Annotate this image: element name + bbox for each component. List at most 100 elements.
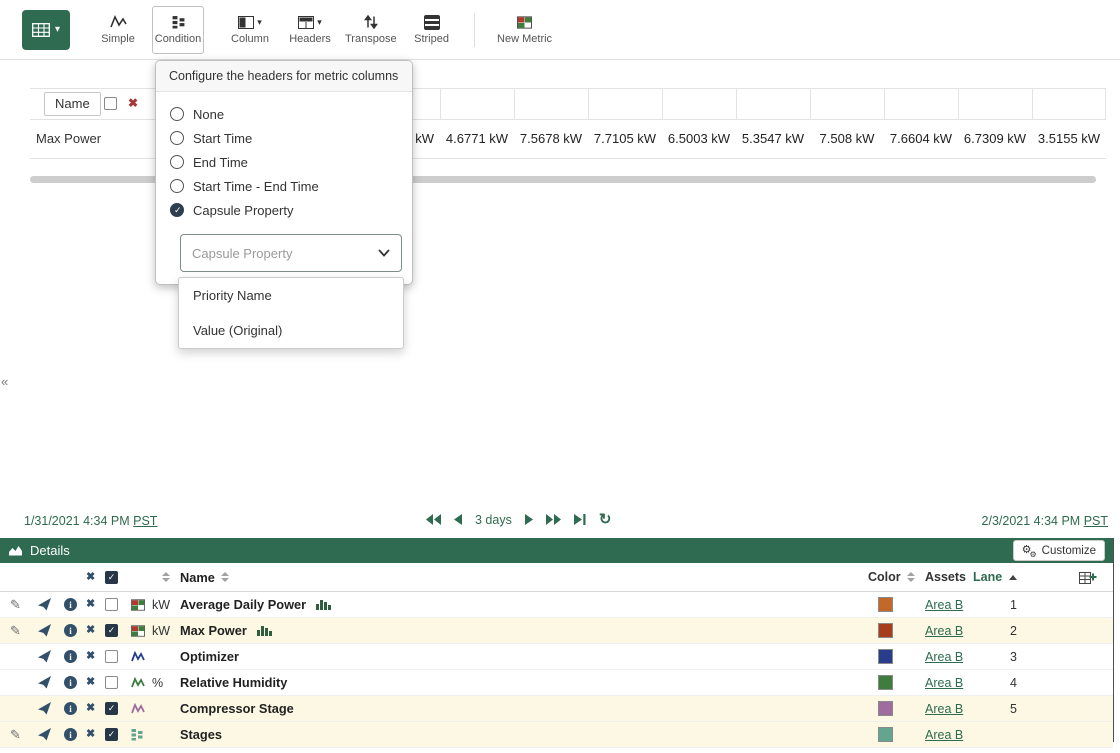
radio-icon[interactable] bbox=[170, 107, 184, 121]
remove-icon[interactable]: ✖ bbox=[86, 729, 95, 740]
radio-label: Start Time - End Time bbox=[193, 179, 319, 194]
name-header-checkbox[interactable] bbox=[104, 97, 117, 110]
step-to-end-icon[interactable] bbox=[574, 514, 586, 525]
color-swatch[interactable] bbox=[878, 649, 893, 664]
remove-column-icon[interactable]: ✖ bbox=[128, 96, 138, 110]
unit-label: kW bbox=[152, 592, 178, 617]
asset-link[interactable]: Area B bbox=[925, 598, 963, 612]
row-checkbox[interactable] bbox=[105, 728, 118, 741]
radio-option[interactable]: None bbox=[170, 102, 398, 126]
remove-icon[interactable]: ✖ bbox=[86, 703, 95, 714]
asset-link[interactable]: Area B bbox=[925, 702, 963, 716]
radio-option[interactable]: Capsule Property bbox=[170, 198, 398, 222]
step-back-icon[interactable] bbox=[454, 514, 462, 525]
menu-item[interactable]: Value (Original) bbox=[179, 313, 403, 348]
send-icon[interactable] bbox=[38, 624, 51, 637]
metric-value-cell: 3.5155 kW bbox=[1032, 119, 1106, 158]
item-name[interactable]: Average Daily Power bbox=[180, 597, 306, 612]
remove-icon[interactable]: ✖ bbox=[86, 651, 95, 662]
radio-option[interactable]: End Time bbox=[170, 150, 398, 174]
asset-link[interactable]: Area B bbox=[925, 676, 963, 690]
color-swatch[interactable] bbox=[878, 675, 893, 690]
capsule-property-select[interactable]: Capsule Property bbox=[180, 234, 402, 272]
edit-icon[interactable]: ✎ bbox=[10, 624, 21, 637]
sort-name-icon[interactable] bbox=[221, 572, 229, 582]
step-back-double-icon[interactable] bbox=[426, 514, 441, 525]
radio-option[interactable]: Start Time bbox=[170, 126, 398, 150]
color-swatch[interactable] bbox=[878, 701, 893, 716]
toolbar-button-label: Column bbox=[231, 33, 269, 45]
name-column-header[interactable]: Name bbox=[44, 92, 101, 116]
toolbar-button-column[interactable]: ▾ Column bbox=[224, 6, 276, 54]
info-icon[interactable] bbox=[64, 728, 77, 741]
color-swatch[interactable] bbox=[878, 727, 893, 742]
timezone-link[interactable]: PST bbox=[133, 514, 157, 528]
row-checkbox[interactable] bbox=[105, 598, 118, 611]
row-checkbox[interactable] bbox=[105, 624, 118, 637]
select-all-checkbox[interactable] bbox=[105, 571, 118, 584]
color-swatch[interactable] bbox=[878, 623, 893, 638]
radio-icon[interactable] bbox=[170, 131, 184, 145]
menu-item[interactable]: Priority Name bbox=[179, 278, 403, 313]
sort-lane-ascending-icon[interactable] bbox=[1009, 575, 1017, 580]
lane-value: 5 bbox=[975, 696, 1017, 721]
details-title: Details bbox=[8, 543, 70, 558]
item-name[interactable]: Relative Humidity bbox=[180, 675, 287, 690]
color-swatch[interactable] bbox=[878, 597, 893, 612]
toolbar-button-new-metric[interactable]: New Metric bbox=[491, 6, 559, 54]
send-icon[interactable] bbox=[38, 676, 51, 689]
edit-icon[interactable]: ✎ bbox=[10, 598, 21, 611]
toolbar-button-condition[interactable]: Condition bbox=[152, 6, 204, 54]
radio-option[interactable]: Start Time - End Time bbox=[170, 174, 398, 198]
collapse-panel-handle[interactable]: « bbox=[1, 374, 8, 389]
info-icon[interactable] bbox=[64, 702, 77, 715]
column-header-color[interactable]: Color bbox=[868, 570, 901, 584]
column-header-name[interactable]: Name bbox=[180, 570, 215, 585]
info-icon[interactable] bbox=[64, 598, 77, 611]
sort-color-icon[interactable] bbox=[907, 572, 915, 582]
row-checkbox[interactable] bbox=[105, 650, 118, 663]
add-column-icon[interactable] bbox=[1079, 570, 1097, 584]
radio-icon[interactable] bbox=[170, 203, 184, 217]
asset-link[interactable]: Area B bbox=[925, 624, 963, 638]
send-icon[interactable] bbox=[38, 598, 51, 611]
customize-button[interactable]: ⚙⚙ Customize bbox=[1013, 540, 1105, 561]
step-forward-icon[interactable] bbox=[525, 514, 533, 525]
radio-icon[interactable] bbox=[170, 155, 184, 169]
column-icon bbox=[238, 16, 254, 29]
send-icon[interactable] bbox=[38, 702, 51, 715]
row-checkbox[interactable] bbox=[105, 676, 118, 689]
item-name[interactable]: Max Power bbox=[180, 623, 247, 638]
send-icon[interactable] bbox=[38, 650, 51, 663]
toolbar-button-simple[interactable]: Simple bbox=[92, 6, 144, 54]
lane-value: 2 bbox=[975, 618, 1017, 643]
row-checkbox[interactable] bbox=[105, 702, 118, 715]
timezone-link[interactable]: PST bbox=[1084, 514, 1108, 528]
remove-icon[interactable]: ✖ bbox=[86, 625, 95, 636]
radio-icon[interactable] bbox=[170, 179, 184, 193]
item-name[interactable]: Compressor Stage bbox=[180, 701, 294, 716]
remove-icon[interactable]: ✖ bbox=[86, 599, 95, 610]
column-header-assets[interactable]: Assets bbox=[925, 570, 966, 584]
column-header-lane[interactable]: Lane bbox=[973, 570, 1002, 584]
remove-icon[interactable]: ✖ bbox=[86, 677, 95, 688]
sort-type-icon[interactable] bbox=[162, 572, 170, 582]
item-name[interactable]: Stages bbox=[180, 727, 222, 742]
table-type-dropdown-button[interactable]: ▾ bbox=[22, 10, 70, 50]
asset-link[interactable]: Area B bbox=[925, 728, 963, 742]
toolbar-button-striped[interactable]: Striped bbox=[406, 6, 458, 54]
toolbar-button-headers[interactable]: ▾ Headers bbox=[284, 6, 336, 54]
asset-link[interactable]: Area B bbox=[925, 650, 963, 664]
info-icon[interactable] bbox=[64, 676, 77, 689]
info-icon[interactable] bbox=[64, 650, 77, 663]
step-forward-double-icon[interactable] bbox=[546, 514, 561, 525]
send-icon[interactable] bbox=[38, 728, 51, 741]
item-name[interactable]: Optimizer bbox=[180, 649, 239, 664]
edit-icon[interactable]: ✎ bbox=[10, 728, 21, 741]
range-duration[interactable]: 3 days bbox=[475, 513, 512, 527]
toolbar-button-transpose[interactable]: Transpose bbox=[344, 6, 398, 54]
popup-title: Configure the headers for metric columns bbox=[156, 61, 412, 92]
info-icon[interactable] bbox=[64, 624, 77, 637]
remove-selected-icon[interactable]: ✖ bbox=[86, 572, 95, 583]
refresh-icon[interactable]: ↻ bbox=[599, 512, 612, 527]
